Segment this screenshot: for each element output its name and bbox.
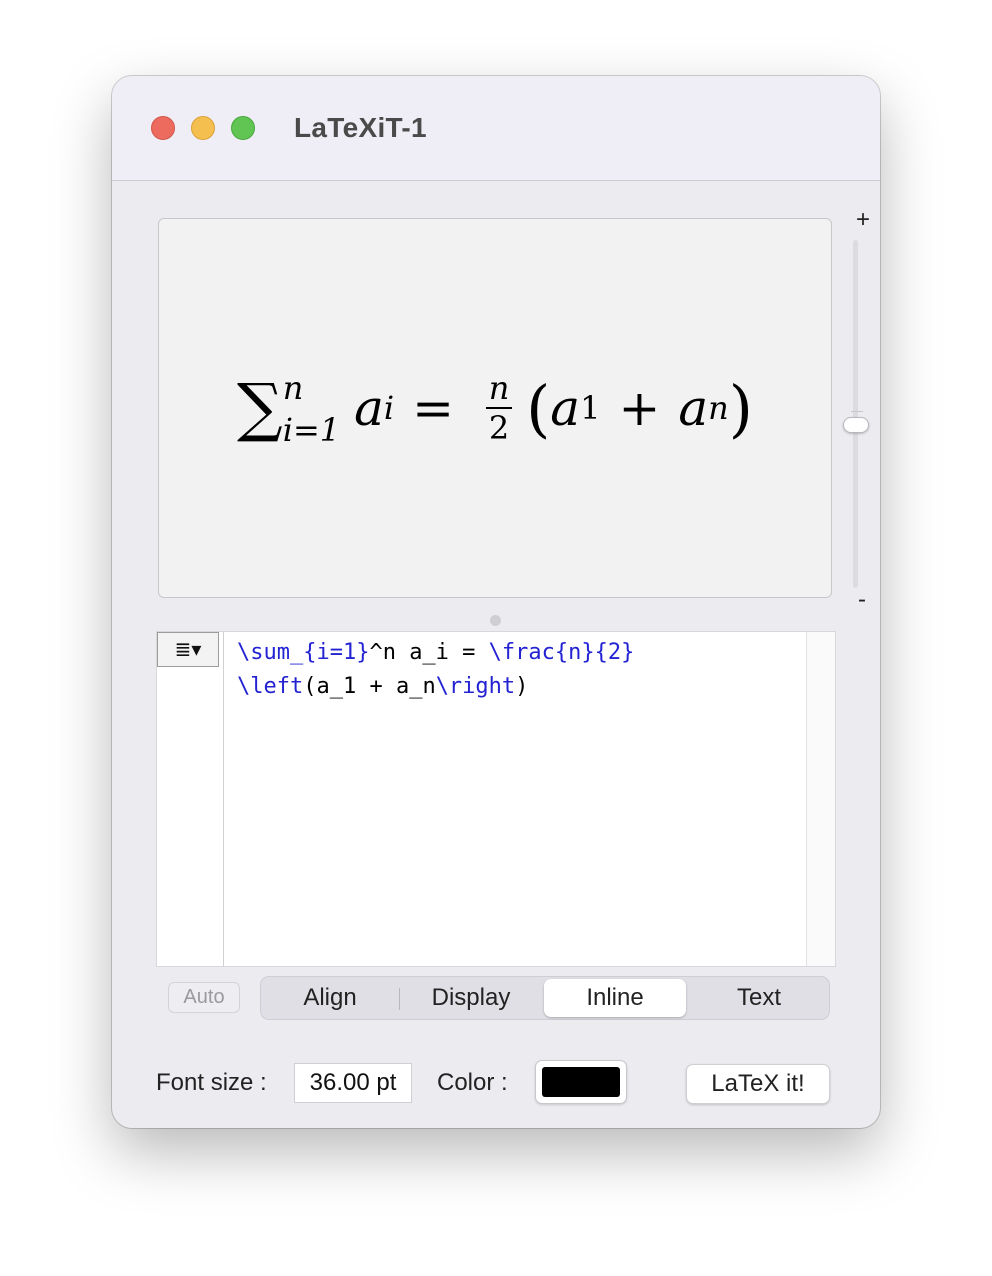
close-paren: ): [728, 371, 753, 445]
split-view-handle[interactable]: [490, 615, 501, 626]
mode-align[interactable]: Align: [265, 979, 395, 1017]
latex-it-button[interactable]: LaTeX it!: [686, 1064, 830, 1104]
mode-segmented-control: Align Display Inline Text: [260, 976, 830, 1020]
sum-symbol: ∑: [237, 371, 283, 445]
mode-inline[interactable]: Inline: [544, 979, 686, 1017]
latex-code[interactable]: \sum_{i=1}^n a_i = \frac{n}{2} \left(a_1 …: [237, 636, 803, 704]
editor-scrollbar[interactable]: [806, 632, 835, 966]
font-size-label: Font size :: [156, 1069, 267, 1096]
equals-sign: =: [412, 379, 455, 437]
code-token: ^n a_i =: [369, 640, 489, 665]
auto-button[interactable]: Auto: [168, 982, 240, 1013]
title-bar: LaTeXiT-1: [112, 76, 880, 181]
term-a: a: [354, 379, 384, 437]
color-label: Color :: [437, 1069, 508, 1096]
latex-source-editor[interactable]: ≣▾ \sum_{i=1}^n a_i = \frac{n}{2} \left(a…: [156, 631, 836, 967]
window-title: LaTeXiT-1: [294, 112, 427, 143]
code-token: \right: [435, 674, 516, 699]
code-line-2: \left(a_1 + a_n\right): [237, 670, 803, 704]
plus-sign: +: [618, 379, 661, 437]
mode-display[interactable]: Display: [403, 979, 539, 1017]
sum-upper-limit: n: [282, 369, 304, 407]
subscript-i: i: [383, 389, 395, 427]
list-menu-icon[interactable]: ≣▾: [157, 632, 219, 667]
subscript-n: n: [708, 389, 729, 427]
fraction-numerator: n: [488, 369, 510, 407]
code-token: \frac{n}{2}: [488, 640, 635, 665]
subscript-1: 1: [580, 389, 601, 427]
zoom-in-label: +: [856, 206, 871, 233]
sum-limits: n i=1: [283, 372, 340, 446]
mode-text[interactable]: Text: [691, 979, 827, 1017]
term-an: a: [678, 379, 709, 437]
latexit-window: LaTeXiT-1 ∑ n i=1 ai = n 2 ( a1 + an ) +…: [112, 76, 880, 1128]
code-token: (a_1 + a_n: [303, 674, 436, 699]
open-paren: (: [526, 371, 551, 445]
equation-preview[interactable]: ∑ n i=1 ai = n 2 ( a1 + an ): [158, 218, 832, 598]
zoom-button[interactable]: [231, 116, 255, 140]
term-a1: a: [550, 379, 581, 437]
code-token: ): [515, 674, 529, 699]
close-button[interactable]: [151, 116, 175, 140]
zoom-slider-tick: [851, 411, 863, 412]
editor-gutter: [157, 632, 224, 966]
zoom-out-label: -: [858, 586, 866, 613]
fraction-denominator: 2: [488, 409, 510, 447]
rendered-equation: ∑ n i=1 ai = n 2 ( a1 + an ): [159, 219, 831, 597]
sum-lower-limit: i=1: [282, 411, 341, 449]
code-token: \left: [237, 674, 304, 699]
code-line-1: \sum_{i=1}^n a_i = \frac{n}{2}: [237, 636, 803, 670]
color-well[interactable]: [535, 1060, 627, 1104]
minimize-button[interactable]: [191, 116, 215, 140]
zoom-slider-thumb[interactable]: [843, 417, 869, 433]
color-swatch: [542, 1067, 620, 1097]
zoom-slider-track[interactable]: [853, 240, 858, 588]
fraction: n 2: [486, 369, 513, 447]
font-size-field[interactable]: 36.00 pt: [294, 1063, 412, 1103]
segment-divider: [399, 988, 400, 1010]
code-token: \sum_{i=1}: [237, 640, 370, 665]
